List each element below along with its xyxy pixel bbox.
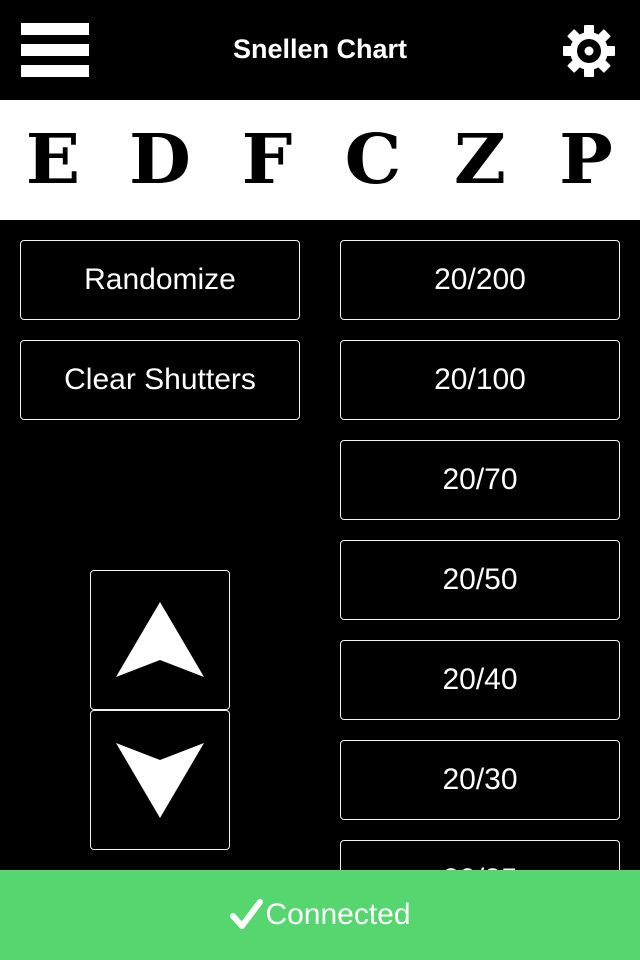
acuity-button-20-100[interactable]: 20/100 <box>340 340 620 420</box>
scroll-up-button[interactable] <box>90 570 230 710</box>
arrow-down-icon <box>116 743 204 818</box>
chart-letter: E <box>25 120 81 200</box>
acuity-button-20-70[interactable]: 20/70 <box>340 440 620 520</box>
acuity-button-20-30[interactable]: 20/30 <box>340 740 620 820</box>
acuity-button-20-200[interactable]: 20/200 <box>340 240 620 320</box>
menu-bar <box>21 65 89 77</box>
randomize-button[interactable]: Randomize <box>20 240 300 320</box>
gear-icon[interactable] <box>562 24 616 78</box>
arrow-up-icon <box>116 602 204 677</box>
connection-status-bar: Connected <box>0 870 640 960</box>
chart-letter: P <box>559 120 613 200</box>
chart-letter: C <box>344 120 402 200</box>
navigation-bar: Snellen Chart <box>0 0 640 100</box>
scroll-down-button[interactable] <box>90 710 230 850</box>
checkmark-icon <box>230 899 264 929</box>
acuity-button-20-40[interactable]: 20/40 <box>340 640 620 720</box>
connection-status-label: Connected <box>265 898 411 931</box>
chart-letter: D <box>129 120 191 200</box>
snellen-letter-row: E D F C Z P <box>0 100 640 220</box>
page-title: Snellen Chart <box>232 34 408 64</box>
acuity-button-20-50[interactable]: 20/50 <box>340 540 620 620</box>
chart-letter: Z <box>453 120 507 200</box>
clear-shutters-button[interactable]: Clear Shutters <box>20 340 300 420</box>
chart-letter: F <box>241 120 293 200</box>
